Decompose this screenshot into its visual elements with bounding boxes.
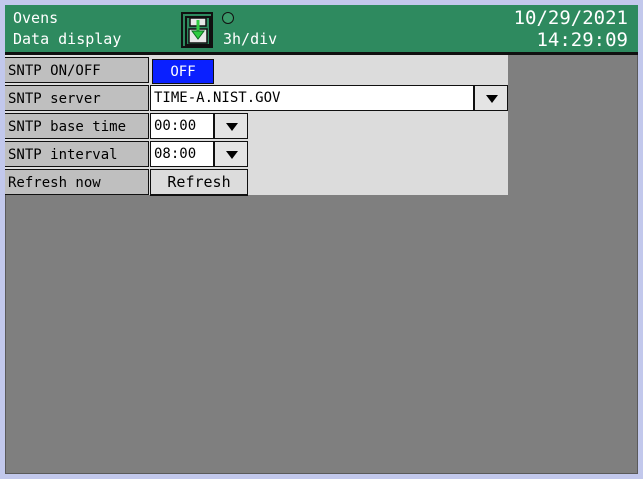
row-sntp-server: SNTP server TIME-A.NIST.GOV (5, 85, 508, 113)
sntp-interval-dropdown[interactable] (214, 141, 248, 167)
save-download-button[interactable] (181, 12, 213, 48)
sntp-base-time-label: SNTP base time (5, 113, 149, 139)
refresh-button[interactable]: Refresh (150, 169, 248, 196)
row-sntp-interval: SNTP interval 08:00 (5, 141, 508, 169)
save-download-icon (185, 16, 211, 46)
sntp-server-dropdown[interactable] (474, 85, 508, 111)
time-display: 14:29:09 (536, 29, 628, 51)
sntp-interval-label: SNTP interval (5, 141, 149, 167)
sntp-on-off-toggle[interactable]: OFF (152, 59, 214, 84)
sntp-server-field[interactable]: TIME-A.NIST.GOV (150, 85, 474, 111)
row-refresh-now: Refresh now Refresh (5, 169, 508, 197)
triangle-down-icon (226, 123, 238, 131)
date-display: 10/29/2021 (513, 7, 628, 29)
sntp-settings-panel: SNTP ON/OFF OFF SNTP server TIME-A.NIST.… (5, 55, 508, 197)
app-subtitle: Data display (13, 30, 122, 48)
sntp-server-label: SNTP server (5, 85, 149, 111)
sntp-base-time-dropdown[interactable] (214, 113, 248, 139)
status-dot-icon (222, 12, 234, 24)
triangle-down-icon (226, 151, 238, 159)
app-title: Ovens (13, 9, 59, 27)
device-screen: Ovens Data display 3h/div 10/29/2021 14:… (5, 5, 638, 474)
row-sntp-on-off: SNTP ON/OFF OFF (5, 57, 508, 85)
time-per-division: 3h/div (223, 30, 278, 48)
header-bar: Ovens Data display 3h/div 10/29/2021 14:… (5, 5, 638, 55)
triangle-down-icon (486, 95, 498, 103)
sntp-on-off-label: SNTP ON/OFF (5, 57, 149, 83)
sntp-base-time-field[interactable]: 00:00 (150, 113, 214, 139)
refresh-now-label: Refresh now (5, 169, 149, 195)
row-sntp-base-time: SNTP base time 00:00 (5, 113, 508, 141)
sntp-interval-field[interactable]: 08:00 (150, 141, 214, 167)
